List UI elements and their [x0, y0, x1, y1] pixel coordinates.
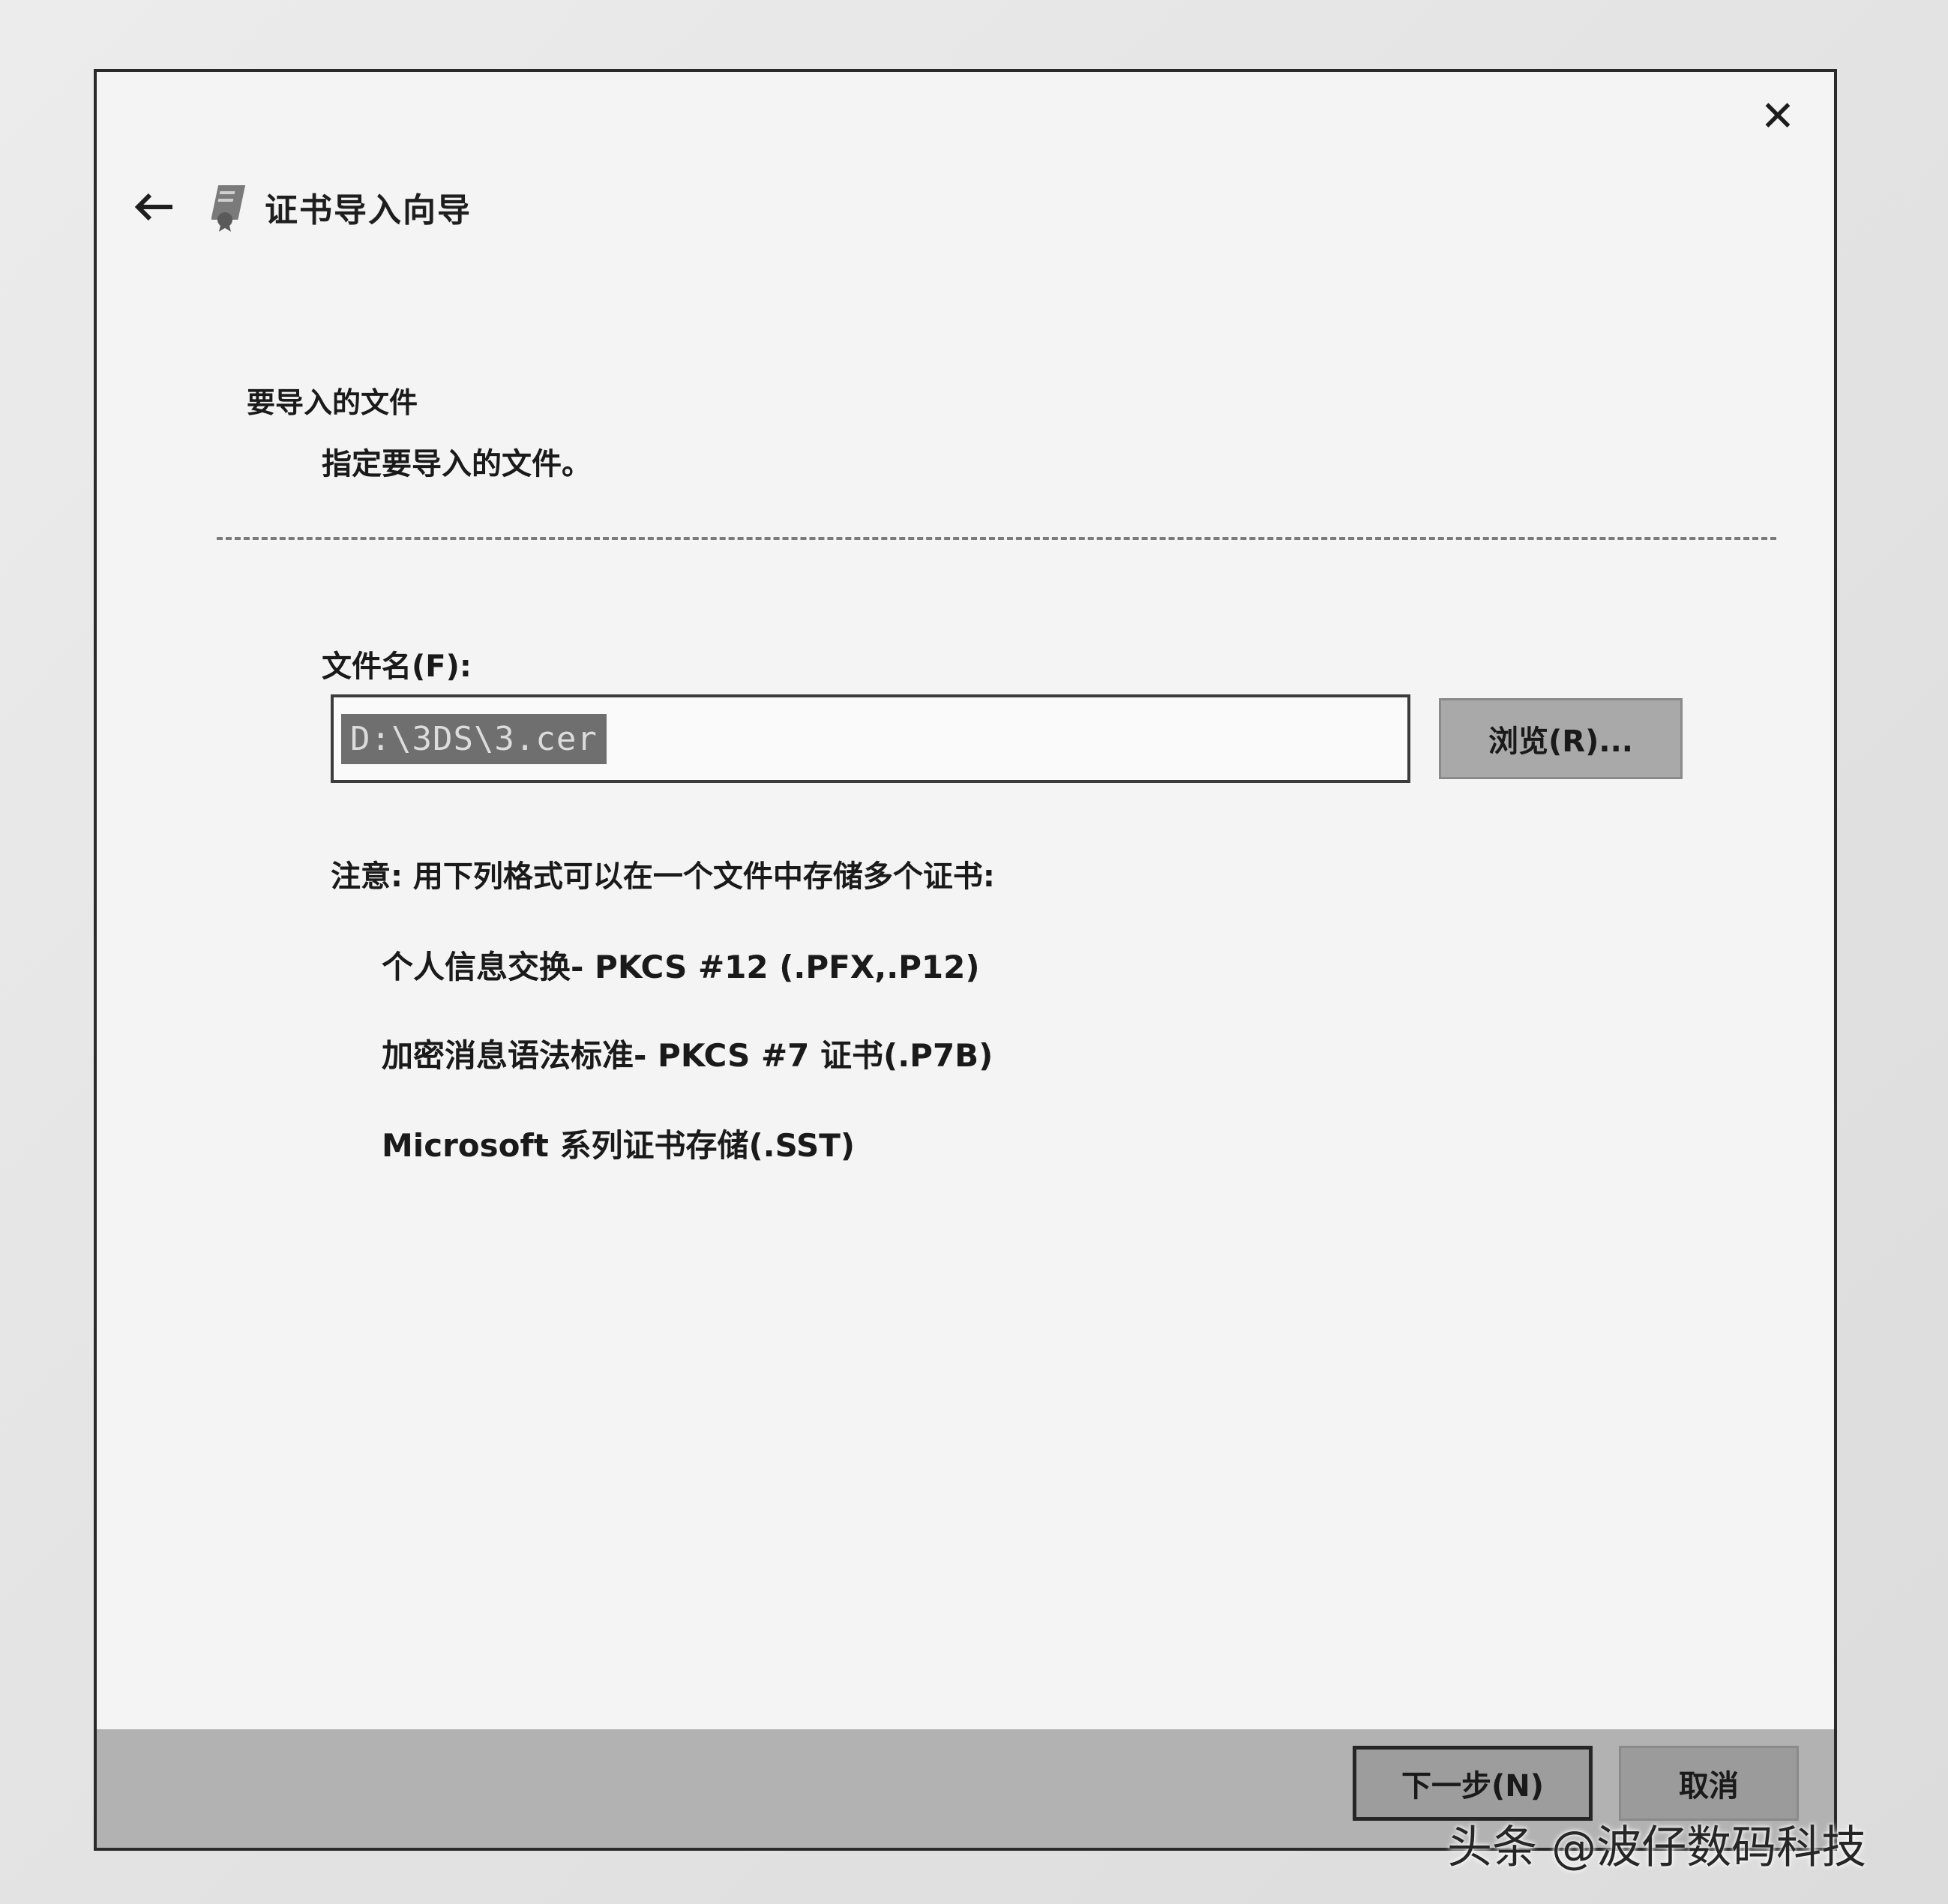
browse-button[interactable]: 浏览(R)...	[1439, 698, 1683, 779]
back-arrow-icon[interactable]	[119, 177, 187, 237]
next-button[interactable]: 下一步(N)	[1353, 1746, 1593, 1821]
cancel-button[interactable]: 取消	[1619, 1746, 1799, 1821]
watermark: 头条 @波仔数码科技	[1447, 1822, 1867, 1874]
certificate-import-wizard-dialog: ✕ 证书导入向导 要导入的文件 指定要导入的文件。 文件名(F): D:\3DS…	[94, 69, 1837, 1851]
format-item-pfx: 个人信息交换- PKCS #12 (.PFX,.P12)	[382, 949, 980, 985]
close-icon[interactable]: ✕	[1755, 94, 1800, 139]
file-name-label: 文件名(F):	[322, 649, 472, 684]
wizard-title: 证书导入向导	[265, 191, 472, 229]
file-name-value: D:\3DS\3.cer	[341, 713, 607, 764]
certificate-icon	[209, 181, 254, 233]
file-name-input[interactable]: D:\3DS\3.cer	[331, 694, 1410, 783]
photo-background: ✕ 证书导入向导 要导入的文件 指定要导入的文件。 文件名(F): D:\3DS…	[0, 0, 1948, 1904]
wizard-header: 证书导入向导	[119, 177, 472, 237]
note-text: 注意: 用下列格式可以在一个文件中存储多个证书:	[331, 859, 995, 894]
section-title: 要导入的文件	[247, 386, 418, 419]
divider	[217, 537, 1776, 540]
format-item-sst: Microsoft 系列证书存储(.SST)	[382, 1127, 856, 1164]
format-item-p7b: 加密消息语法标准- PKCS #7 证书(.P7B)	[382, 1037, 993, 1074]
section-subtitle: 指定要导入的文件。	[322, 447, 592, 481]
